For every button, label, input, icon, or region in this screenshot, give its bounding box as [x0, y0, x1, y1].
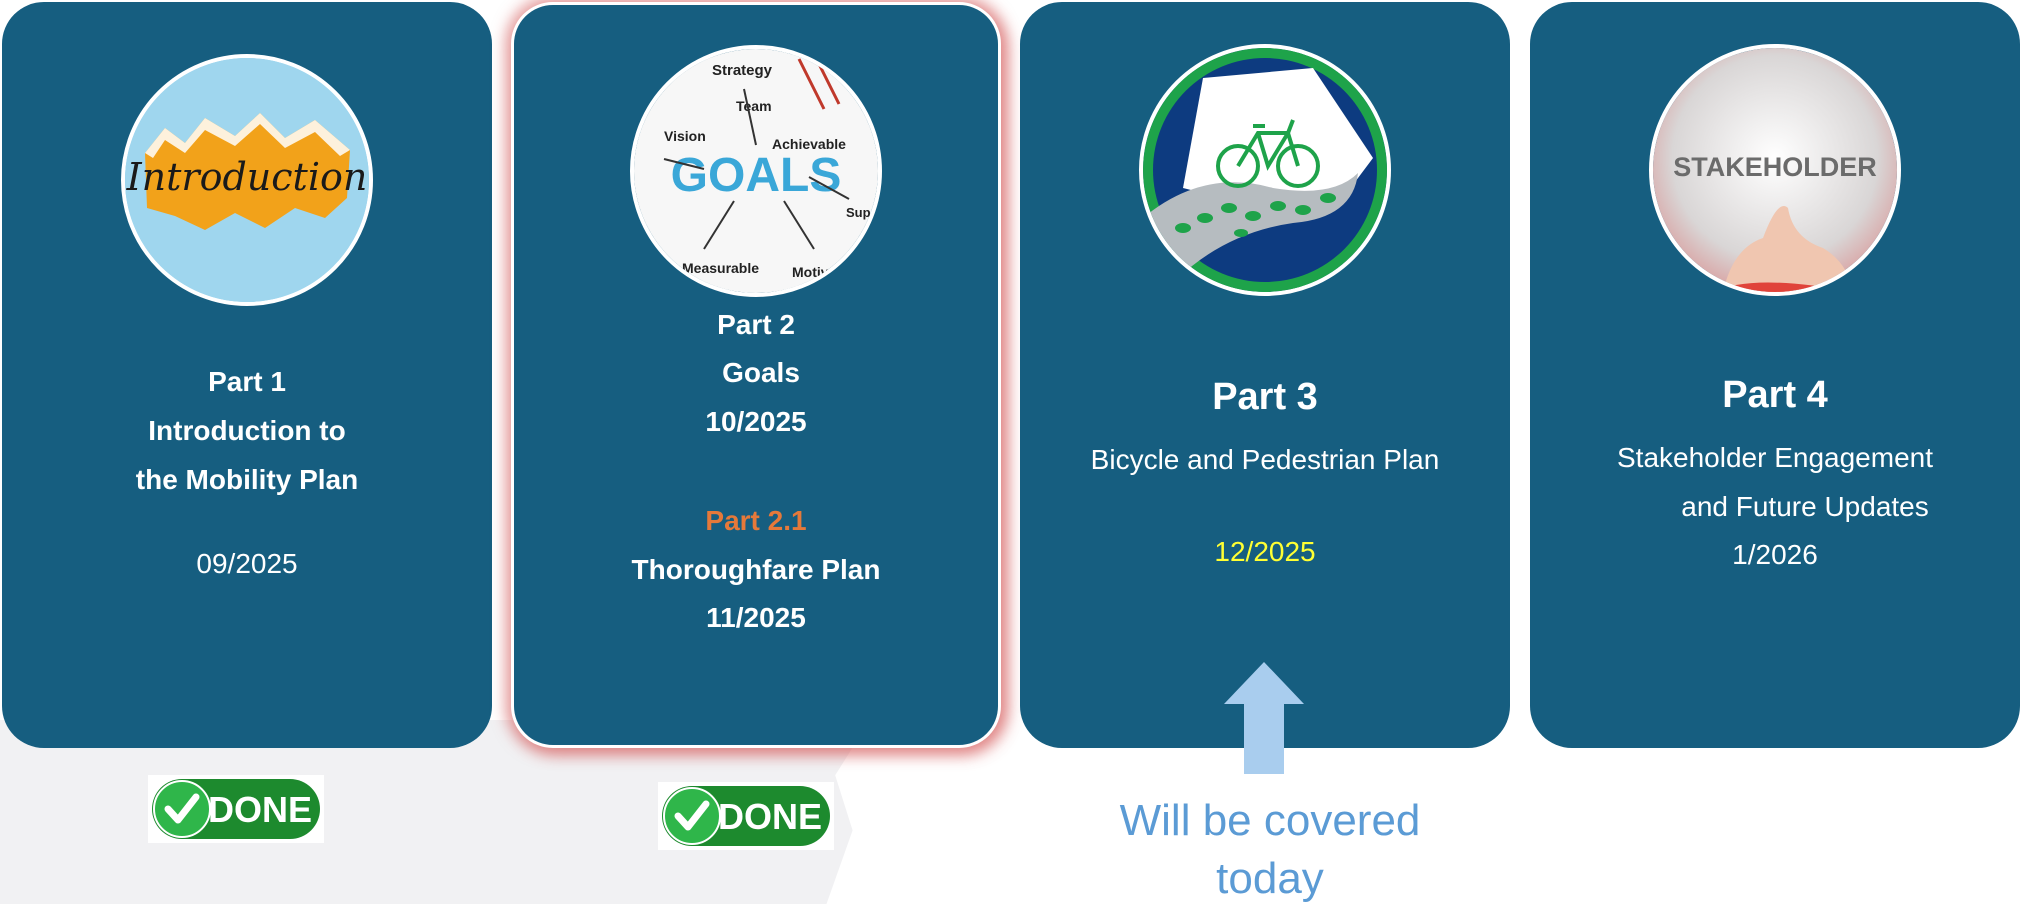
will-be-covered-callout: Will be covered today — [1080, 792, 1460, 908]
strategy-label: Strategy — [712, 62, 773, 79]
part-title: Goals — [722, 357, 800, 388]
introduction-image: Introduction — [121, 54, 373, 306]
bicycle-pedestrian-image — [1139, 44, 1391, 296]
goals-label: GOALS — [671, 149, 842, 202]
motivation-label: Motivat — [792, 264, 841, 280]
done-badge-part-2: DONE — [658, 782, 834, 850]
part-label: Part 2 — [717, 309, 795, 340]
callout-line-2: today — [1216, 854, 1324, 903]
up-arrow-icon — [1224, 662, 1304, 774]
sub-part-label: Part 2.1 — [705, 505, 807, 536]
part-label: Part 3 — [1212, 376, 1318, 418]
goals-image: GOALS Strategy Team Vision Achievable Me… — [630, 45, 882, 297]
part-title-line-2: and Future Updates — [1681, 491, 1929, 522]
sub-part-date: 11/2025 — [706, 602, 806, 633]
done-badge-part-1: DONE — [148, 775, 324, 843]
part-label: Part 1 — [208, 366, 286, 397]
part-title-line-2: the Mobility Plan — [135, 464, 359, 495]
team-label: Team — [736, 98, 772, 114]
achievable-label: Achievable — [772, 136, 846, 152]
part-title: Bicycle and Pedestrian Plan — [1090, 444, 1440, 475]
measurable-label: Measurable — [682, 260, 759, 276]
done-label: DONE — [208, 789, 312, 830]
introduction-label: Introduction — [126, 155, 368, 199]
part-date: 09/2025 — [196, 548, 298, 579]
stakeholder-image: STAKEHOLDER — [1649, 44, 1901, 296]
part-date: 10/2025 — [705, 406, 807, 437]
part-title-line-1: Stakeholder Engagement — [1617, 442, 1933, 473]
callout-line-1: Will be covered — [1119, 796, 1421, 845]
card-part-3[interactable]: Part 3 Bicycle and Pedestrian Plan 12/20… — [1020, 2, 1510, 748]
support-label: Sup — [846, 205, 871, 220]
card-part-1[interactable]: Introduction Part 1 Introduction to the … — [2, 2, 492, 748]
stakeholder-label: STAKEHOLDER — [1673, 152, 1877, 182]
part-title-line-1: Introduction to — [148, 415, 346, 446]
vision-label: Vision — [664, 128, 706, 144]
part-date: 1/2026 — [1732, 539, 1818, 570]
done-label: DONE — [718, 796, 822, 837]
sub-part-title: Thoroughfare Plan — [631, 554, 881, 585]
part-label: Part 4 — [1722, 374, 1828, 416]
card-part-2[interactable]: GOALS Strategy Team Vision Achievable Me… — [511, 2, 1001, 748]
part-date: 12/2025 — [1214, 536, 1316, 567]
card-part-4[interactable]: STAKEHOLDER Part 4 Stakeholder Engagemen… — [1530, 2, 2020, 748]
